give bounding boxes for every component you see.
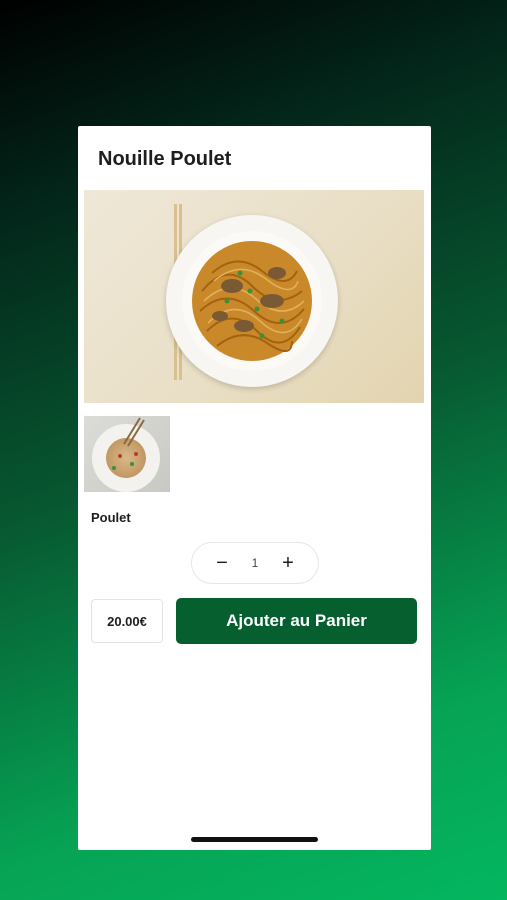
- variant-label: Poulet: [91, 510, 131, 525]
- quantity-stepper: − 1 +: [191, 542, 319, 584]
- thumbnail-garnish: [112, 417, 145, 470]
- product-title: Nouille Poulet: [98, 148, 232, 170]
- price-box: 20.00€: [91, 599, 163, 643]
- plate: [166, 215, 338, 387]
- product-card: Nouille Poulet Poulet − 1 + 20.00€ Ajout…: [78, 126, 431, 850]
- decrement-button[interactable]: −: [212, 553, 232, 573]
- increment-button[interactable]: +: [278, 553, 298, 573]
- noodles-illustration: [192, 241, 312, 361]
- add-to-cart-button[interactable]: Ajouter au Panier: [176, 598, 417, 644]
- product-thumbnail[interactable]: [84, 416, 170, 492]
- product-hero-image[interactable]: [84, 190, 424, 403]
- home-indicator[interactable]: [191, 837, 318, 842]
- quantity-value: 1: [251, 556, 259, 570]
